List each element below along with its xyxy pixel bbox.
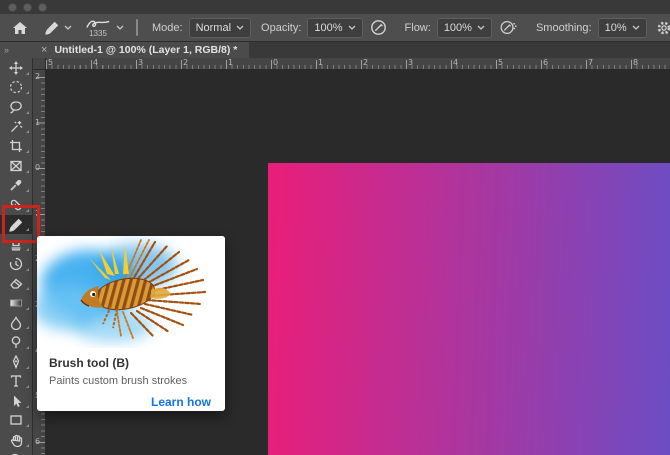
mode-select[interactable]: Normal: [189, 18, 251, 38]
lasso-tool[interactable]: [0, 97, 32, 117]
tooltip-description: Paints custom brush strokes: [49, 375, 213, 387]
chevron-down-icon: [477, 25, 485, 30]
frame-tool[interactable]: [0, 156, 32, 176]
magic-wand-tool[interactable]: [0, 117, 32, 137]
learn-how-link[interactable]: Learn how: [37, 395, 211, 409]
ruler-corner: [33, 58, 46, 70]
close-window-icon[interactable]: [8, 3, 17, 12]
gear-icon[interactable]: [656, 20, 670, 36]
move-tool[interactable]: [0, 58, 32, 78]
options-bar: 1335 Mode: Normal Opacity: 100% Flow: 10…: [0, 14, 670, 42]
chevron-down-icon: [348, 25, 356, 30]
chevron-down-icon: [632, 25, 640, 30]
tools-panel-header[interactable]: »: [0, 42, 33, 58]
double-chevron-icon: »: [4, 45, 9, 55]
dodge-tool[interactable]: [0, 332, 32, 352]
pressure-opacity-icon[interactable]: [370, 19, 387, 36]
zoom-tool[interactable]: [0, 450, 32, 455]
tools-list: [0, 58, 32, 455]
title-bar: [0, 0, 670, 14]
eyedropper-tool[interactable]: [0, 176, 32, 196]
document-canvas[interactable]: [268, 163, 670, 455]
opacity-label: Opacity:: [261, 22, 301, 34]
minimize-window-icon[interactable]: [23, 3, 32, 12]
photoshop-window: 1335 Mode: Normal Opacity: 100% Flow: 10…: [0, 0, 670, 455]
tooltip-title: Brush tool (B): [49, 356, 213, 370]
document-tab[interactable]: × Untitled-1 @ 100% (Layer 1, RGB/8) *: [33, 42, 249, 58]
marquee-tool[interactable]: [0, 78, 32, 98]
close-tab-icon[interactable]: ×: [41, 44, 47, 56]
zoom-window-icon[interactable]: [38, 3, 47, 12]
brush-preset-picker[interactable]: 1335: [84, 18, 112, 38]
chevron-down-icon[interactable]: [116, 25, 124, 30]
crop-tool[interactable]: [0, 136, 32, 156]
tools-panel: [0, 58, 33, 455]
opacity-value: 100%: [314, 22, 342, 34]
gradient-tool[interactable]: [0, 293, 32, 313]
tool-highlight-box: [2, 205, 40, 243]
brush-stroke-preview-icon: [84, 18, 112, 30]
document-tab-bar: × Untitled-1 @ 100% (Layer 1, RGB/8) *: [33, 42, 670, 58]
smoothing-label: Smoothing:: [536, 22, 592, 34]
home-icon[interactable]: [12, 20, 28, 36]
document-tab-title: Untitled-1 @ 100% (Layer 1, RGB/8) *: [54, 44, 237, 56]
chevron-down-icon: [236, 25, 244, 30]
shape-tool[interactable]: [0, 411, 32, 431]
airbrush-icon[interactable]: [499, 20, 518, 35]
type-tool[interactable]: [0, 372, 32, 392]
path-select-tool[interactable]: [0, 391, 32, 411]
mode-label: Mode:: [152, 22, 183, 34]
flow-field[interactable]: 100%: [437, 18, 492, 38]
lionfish-illustration: [37, 236, 225, 348]
eraser-tool[interactable]: [0, 274, 32, 294]
chevron-down-icon[interactable]: [64, 25, 72, 30]
toggle-brush-panel-icon[interactable]: [136, 19, 138, 36]
mode-value: Normal: [196, 22, 231, 34]
smoothing-value: 10%: [605, 22, 627, 34]
history-brush-tool[interactable]: [0, 254, 32, 274]
flow-value: 100%: [444, 22, 472, 34]
opacity-field[interactable]: 100%: [307, 18, 362, 38]
flow-label: Flow:: [405, 22, 431, 34]
blur-tool[interactable]: [0, 313, 32, 333]
brush-tooltip: Brush tool (B) Paints custom brush strok…: [37, 236, 225, 411]
hand-tool[interactable]: [0, 430, 32, 450]
smoothing-field[interactable]: 10%: [598, 18, 647, 38]
pen-tool[interactable]: [0, 352, 32, 372]
horizontal-ruler[interactable]: 543210123456789: [33, 58, 670, 70]
brush-size-value: 1335: [89, 30, 107, 38]
brush-icon[interactable]: [44, 20, 60, 36]
